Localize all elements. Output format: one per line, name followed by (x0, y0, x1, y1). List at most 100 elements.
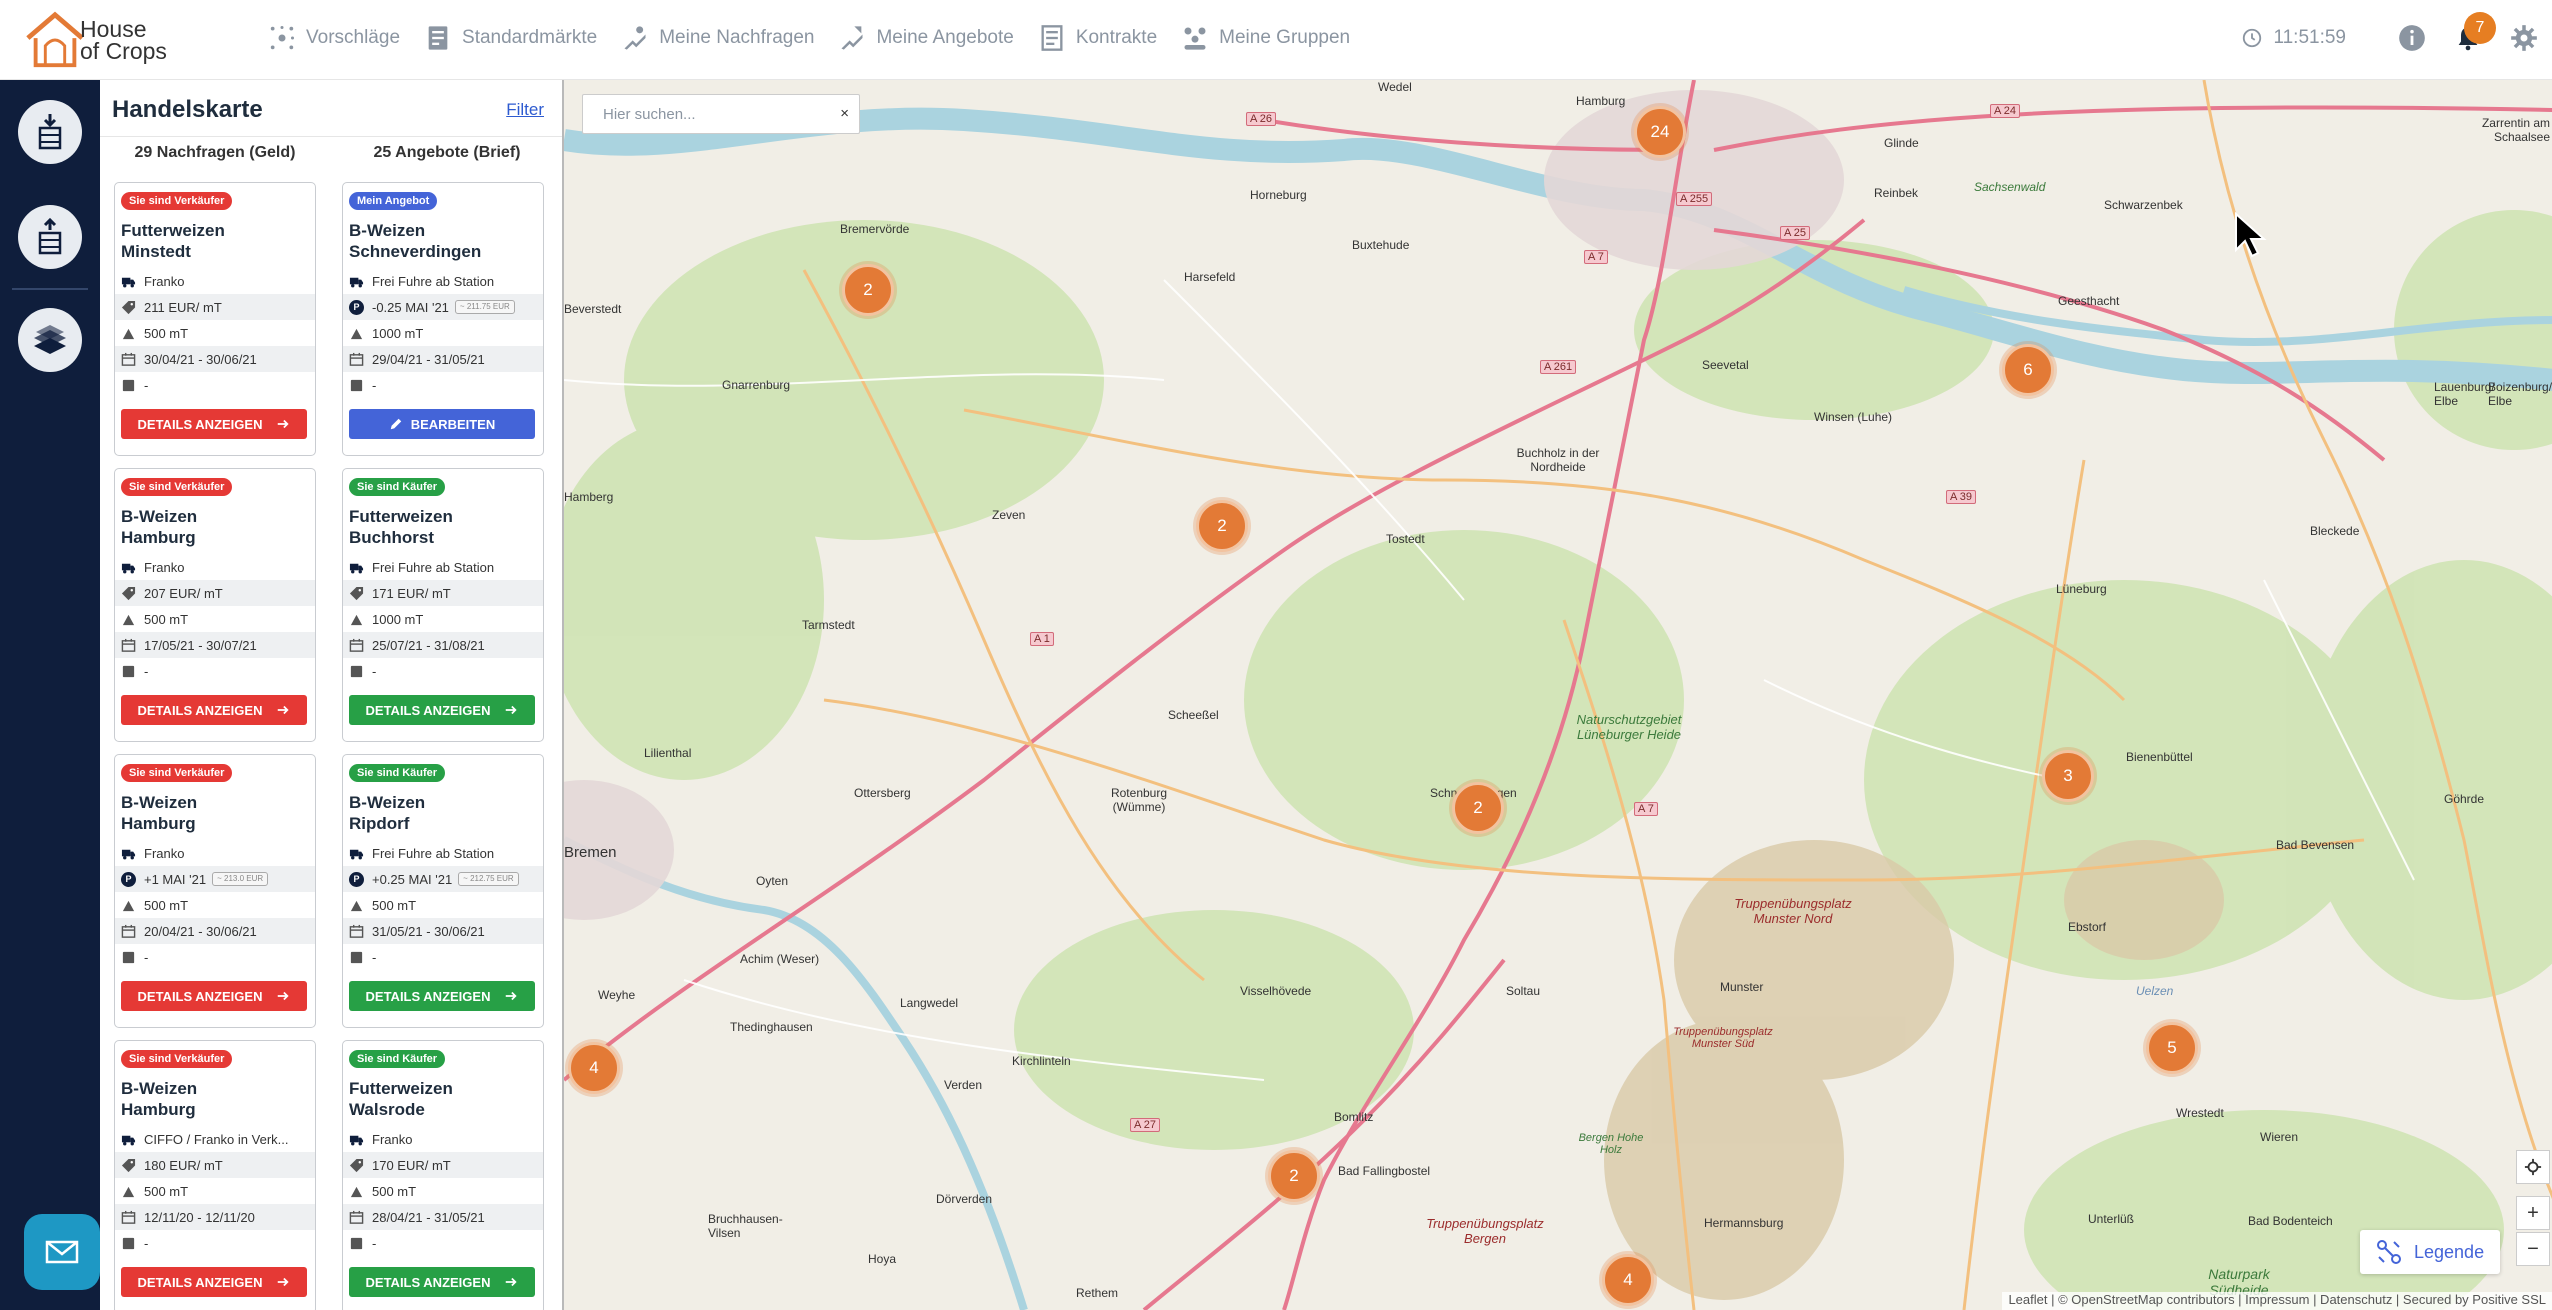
period-row: 30/04/21 - 30/06/21 (115, 346, 315, 372)
zoom-out-button[interactable]: − (2516, 1232, 2550, 1266)
card-location: Hamburg (121, 814, 196, 833)
map-search-input[interactable]: Hier suchen... × (582, 94, 860, 134)
search-clear-button[interactable]: × (840, 105, 849, 122)
map-label: Thedinghausen (730, 1020, 813, 1034)
field-map-icon (34, 325, 66, 354)
requests-column-heading: 29 Nachfragen (Geld) (134, 144, 296, 161)
map-label: Gnarrenburg (722, 378, 791, 392)
role-badge: Sie sind Verkäufer (121, 192, 233, 210)
filter-link[interactable]: Filter (506, 100, 544, 120)
clock-icon (2243, 28, 2262, 48)
map-cluster-marker[interactable]: 2 (1196, 500, 1248, 552)
nav-kontrakte[interactable]: Kontrakte (1038, 24, 1157, 52)
extra-row: - (343, 658, 543, 684)
card-action-button[interactable]: DETAILS ANZEIGEN (349, 695, 535, 725)
card-location: Ripdorf (349, 814, 410, 833)
price-tag-icon (349, 586, 364, 600)
rail-requests-button[interactable] (18, 100, 82, 164)
quantity-row: 1000 mT (343, 320, 543, 346)
grain-pile-icon (122, 614, 135, 625)
storage-icon (350, 665, 363, 677)
requests-card-list: Sie sind Verkäufer Futterweizen Minstedt… (114, 182, 316, 1310)
card-action-button[interactable]: DETAILS ANZEIGEN (121, 695, 307, 725)
exchange-price-icon: P (349, 299, 364, 315)
card-action-button[interactable]: BEARBEITEN (349, 409, 535, 439)
map-cluster-marker[interactable]: 5 (2146, 1022, 2198, 1074)
card-action-button[interactable]: DETAILS ANZEIGEN (349, 1267, 535, 1297)
map-label: Lauenburg/ Elbe (2434, 380, 2495, 408)
map-label: Langwedel (900, 996, 959, 1010)
legend-button[interactable]: Legende (2360, 1230, 2500, 1274)
calendar-icon (121, 1210, 136, 1224)
map-cluster-marker[interactable]: 6 (2002, 344, 2054, 396)
period-row: 20/04/21 - 30/06/21 (115, 918, 315, 944)
clock-time: 11:51:59 (2273, 27, 2346, 48)
nav-vorschlaege[interactable]: Vorschläge (268, 24, 400, 52)
map-cluster-marker[interactable]: 3 (2042, 750, 2094, 802)
map-label: Achim (Weser) (740, 952, 820, 966)
period-value: 31/05/21 - 30/06/21 (372, 923, 485, 939)
map-cluster-marker[interactable]: 2 (842, 264, 894, 316)
storage-icon (122, 1237, 135, 1249)
offers-card-list: Mein Angebot B-Weizen Schneverdingen Fre… (342, 182, 544, 1310)
chat-mail-button[interactable] (24, 1214, 100, 1290)
card-title: B-Weizen Ripdorf (349, 792, 543, 834)
rail-offers-button[interactable] (18, 205, 82, 269)
trade-card[interactable]: Sie sind Verkäufer B-Weizen Hamburg CIFF… (114, 1040, 316, 1310)
nav-meine-gruppen[interactable]: Meine Gruppen (1181, 24, 1350, 52)
highway-shield: A 7 (1634, 802, 1658, 816)
map-cluster-marker[interactable]: 2 (1452, 782, 1504, 834)
storage-icon (350, 951, 363, 963)
map-cluster-marker[interactable]: 2 (1268, 1150, 1320, 1202)
nav-standardmaerkte[interactable]: Standardmärkte (424, 24, 597, 52)
extra-value: - (144, 663, 149, 679)
card-title: B-Weizen Hamburg (121, 792, 315, 834)
rail-map-button[interactable] (18, 308, 82, 372)
card-action-button[interactable]: DETAILS ANZEIGEN (121, 409, 307, 439)
zoom-in-button[interactable]: + (2516, 1196, 2550, 1230)
price-value: 211 EUR/ mT (144, 299, 222, 315)
map-label: Winsen (Luhe) (1814, 410, 1893, 424)
trade-card[interactable]: Sie sind Käufer Futterweizen Buchhorst F… (342, 468, 544, 742)
info-button[interactable] (2384, 0, 2440, 76)
calendar-icon (121, 352, 136, 366)
settings-button[interactable] (2496, 0, 2552, 76)
trade-card[interactable]: Sie sind Verkäufer B-Weizen Hamburg Fran… (114, 754, 316, 1028)
trade-card[interactable]: Sie sind Käufer B-Weizen Ripdorf Frei Fu… (342, 754, 544, 1028)
card-action-button[interactable]: DETAILS ANZEIGEN (121, 981, 307, 1011)
trade-card[interactable]: Mein Angebot B-Weizen Schneverdingen Fre… (342, 182, 544, 456)
delivery-terms: Franko (144, 559, 185, 575)
card-action-button[interactable]: DETAILS ANZEIGEN (349, 981, 535, 1011)
truck-icon (349, 1135, 364, 1145)
price-row: 211 EUR/ mT (115, 294, 315, 320)
map-label: Schwarzenbek (2104, 198, 2183, 212)
map-label: Göhrde (2444, 792, 2485, 806)
map-cluster-marker[interactable]: 24 (1634, 106, 1686, 158)
map-cluster-marker[interactable]: 4 (1602, 1254, 1654, 1306)
house-of-crops-logo[interactable]: House of Crops (24, 8, 184, 72)
delivery-terms: Franko (144, 273, 185, 289)
notifications-button[interactable]: 7 (2440, 0, 2496, 76)
period-row: 29/04/21 - 31/05/21 (343, 346, 543, 372)
role-badge: Mein Angebot (349, 192, 438, 210)
map-label: Boizenburg/ Elbe (2488, 380, 2552, 408)
calendar-icon (121, 638, 136, 652)
trade-card[interactable]: Sie sind Käufer Futterweizen Walsrode Fr… (342, 1040, 544, 1310)
card-action-button[interactable]: DETAILS ANZEIGEN (121, 1267, 307, 1297)
map-label: Bergen Hohe Holz (1578, 1132, 1644, 1156)
price-estimate-chip: ~ 212.75 EUR (458, 872, 519, 886)
quantity-row: 500 mT (115, 606, 315, 632)
trade-card[interactable]: Sie sind Verkäufer Futterweizen Minstedt… (114, 182, 316, 456)
card-product: B-Weizen (349, 221, 426, 240)
nav-meine-nachfragen[interactable]: Meine Nachfragen (621, 24, 814, 52)
locate-button[interactable] (2516, 1150, 2550, 1184)
silo-upload-icon (38, 217, 62, 255)
price-row: P +0.25 MAI '21 ~ 212.75 EUR (343, 866, 543, 892)
nav-meine-angebote[interactable]: Meine Angebote (838, 24, 1014, 52)
map-cluster-marker[interactable]: 4 (568, 1042, 620, 1094)
storage-icon (350, 379, 363, 391)
trade-map[interactable]: Wedel Hamburg Glinde Reinbek Sachsenwald… (562, 80, 2552, 1310)
highway-shield: A 1 (1030, 632, 1054, 646)
price-value: 171 EUR/ mT (372, 585, 451, 601)
trade-card[interactable]: Sie sind Verkäufer B-Weizen Hamburg Fran… (114, 468, 316, 742)
